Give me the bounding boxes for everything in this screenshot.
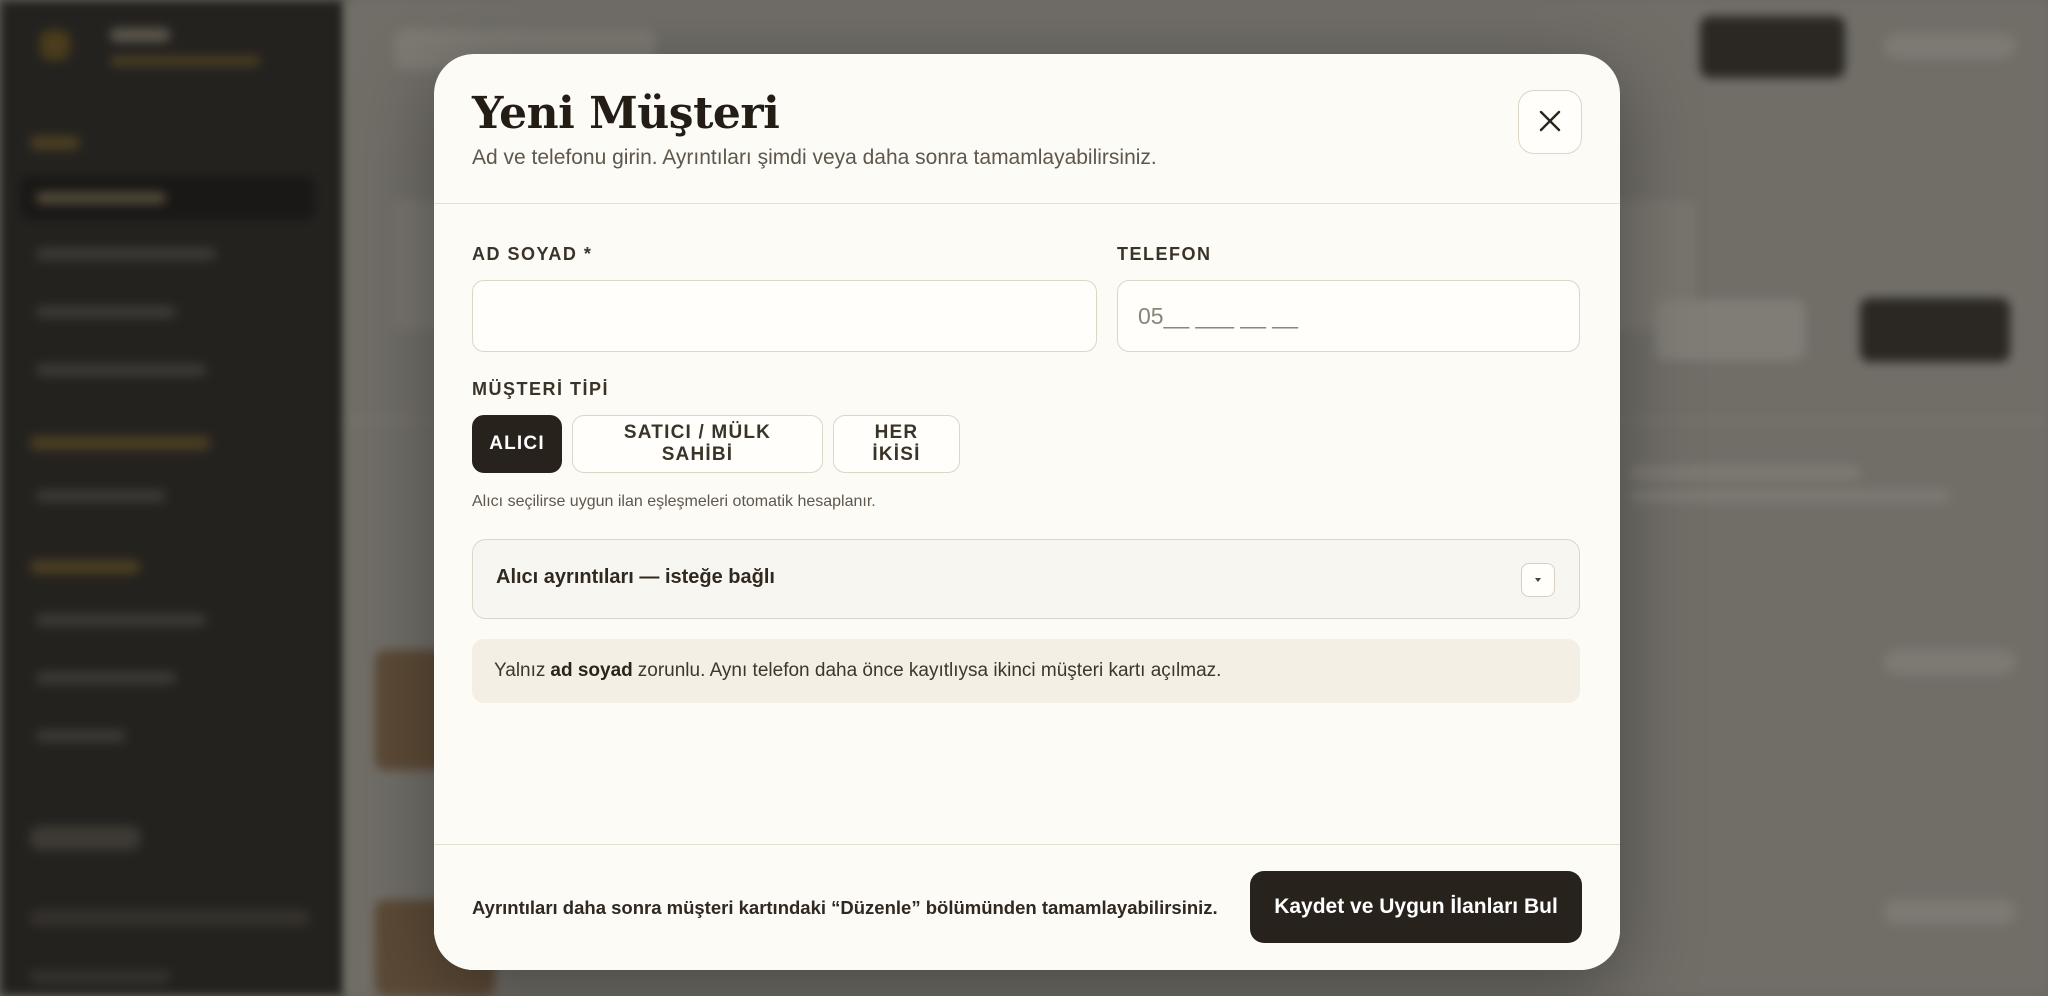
chevron-down-icon	[1533, 571, 1543, 589]
customer-type-label: MÜŞTERİ TİPİ	[472, 379, 610, 399]
required-fields-note: Yalnız ad soyad zorunlu. Aynı telefon da…	[472, 639, 1580, 703]
note-prefix: Yalnız	[494, 660, 546, 681]
modal-footer: Ayrıntıları daha sonra müşteri kartındak…	[434, 844, 1620, 970]
modal-header: Yeni Müşteri Ad ve telefonu girin. Ayrın…	[434, 54, 1620, 204]
buyer-details-accordion[interactable]: Alıcı ayrıntıları — isteğe bağlı	[472, 539, 1580, 619]
customer-type-both-button[interactable]: HER İKİSİ	[833, 415, 960, 473]
customer-type-seller-button[interactable]: SATICI / MÜLK SAHİBİ	[572, 415, 823, 473]
background-sidebar	[0, 0, 345, 996]
footer-text: Ayrıntıları daha sonra müşteri kartındak…	[472, 897, 1218, 918]
accordion-toggle[interactable]	[1521, 563, 1555, 597]
phone-input[interactable]	[1117, 280, 1580, 352]
save-and-find-listings-button[interactable]: Kaydet ve Uygun İlanları Bul	[1250, 871, 1582, 943]
close-button[interactable]	[1518, 90, 1582, 154]
name-input[interactable]	[472, 280, 1097, 352]
customer-type-hint: Alıcı seçilirse uygun ilan eşleşmeleri o…	[472, 493, 876, 510]
note-suffix: zorunlu. Aynı telefon daha önce kayıtlıy…	[637, 660, 1222, 681]
customer-type-buyer-button[interactable]: ALICI	[472, 415, 562, 473]
note-bold: ad soyad	[550, 660, 633, 681]
close-icon	[1539, 110, 1561, 135]
modal-title: Yeni Müşteri	[472, 88, 780, 139]
new-customer-modal: Yeni Müşteri Ad ve telefonu girin. Ayrın…	[434, 54, 1620, 970]
accordion-label: Alıcı ayrıntıları — isteğe bağlı	[496, 566, 775, 588]
modal-subtitle: Ad ve telefonu girin. Ayrıntıları şimdi …	[472, 146, 1157, 169]
name-label: AD SOYAD *	[472, 244, 593, 264]
phone-label: TELEFON	[1117, 244, 1212, 264]
